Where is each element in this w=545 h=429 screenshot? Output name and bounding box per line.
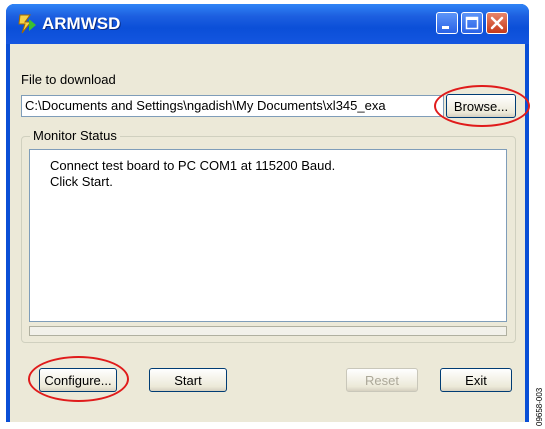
- monitor-status-group: Monitor Status Connect test board to PC …: [21, 128, 516, 343]
- browse-highlight-circle: [434, 85, 530, 127]
- figure-code: 09658-003: [535, 387, 544, 426]
- dialog-body: File to download C:\Documents and Settin…: [10, 44, 530, 422]
- maximize-button[interactable]: [461, 12, 483, 34]
- minimize-icon: [442, 26, 449, 29]
- close-button[interactable]: [486, 12, 508, 34]
- status-output-box[interactable]: Connect test board to PC COM1 at 115200 …: [29, 149, 507, 322]
- exit-button[interactable]: Exit: [440, 368, 512, 392]
- window-title: ARMWSD: [42, 14, 121, 33]
- application-window: ARMWSD File to download C:\Documents and…: [6, 4, 530, 422]
- maximize-icon: [465, 16, 479, 30]
- minimize-button[interactable]: [436, 12, 458, 34]
- app-lightning-icon: [18, 14, 36, 34]
- title-bar[interactable]: ARMWSD: [6, 4, 529, 44]
- status-line: Click Start.: [50, 174, 113, 189]
- monitor-status-label: Monitor Status: [30, 128, 120, 143]
- reset-button[interactable]: Reset: [346, 368, 418, 392]
- file-path-field[interactable]: C:\Documents and Settings\ngadish\My Doc…: [21, 95, 444, 117]
- file-to-download-label: File to download: [21, 72, 116, 87]
- start-button[interactable]: Start: [149, 368, 227, 392]
- progress-bar: [29, 326, 507, 336]
- close-icon: [490, 16, 504, 30]
- configure-highlight-circle: [28, 356, 129, 402]
- status-line: Connect test board to PC COM1 at 115200 …: [50, 158, 336, 173]
- figure-code-text: 09658-003: [535, 387, 544, 426]
